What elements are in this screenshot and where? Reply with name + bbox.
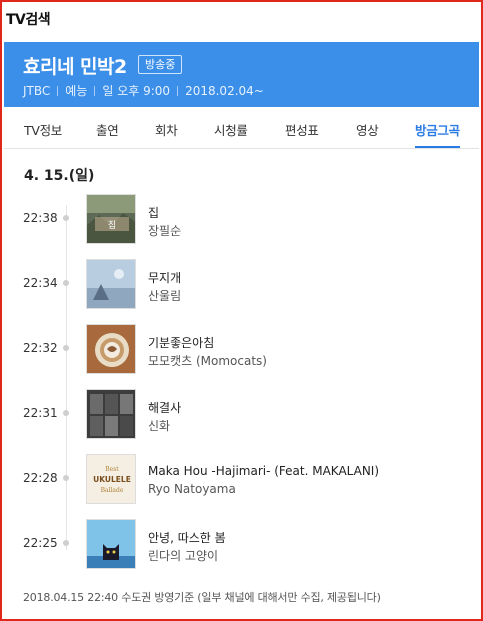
song-title[interactable]: 안녕, 따스한 봄 xyxy=(148,529,226,546)
album-art-thumbnail[interactable]: 집 xyxy=(86,194,136,244)
song-row[interactable]: 22:34 무지개 산울림 xyxy=(0,257,480,309)
tab-episodes[interactable]: 회차 xyxy=(155,120,178,139)
schedule-label: 일 오후 9:00 xyxy=(102,84,171,98)
timeline-dot xyxy=(63,215,69,221)
timeline-dot xyxy=(63,540,69,546)
svg-text:Ballade: Ballade xyxy=(101,487,124,494)
song-title[interactable]: Maka Hou -Hajimari- (Feat. MAKALANI) xyxy=(148,464,379,478)
song-title[interactable]: 무지개 xyxy=(148,269,181,286)
tab-tv-info[interactable]: TV정보 xyxy=(24,120,62,139)
song-time: 22:38 xyxy=(23,211,58,225)
program-header: 효리네 민박2 방송중 JTBC 예능 일 오후 9:00 2018.02.04~ xyxy=(4,42,479,107)
timeline-dot xyxy=(63,280,69,286)
genre-label: 예능 xyxy=(65,84,88,98)
meta-divider xyxy=(177,86,179,96)
program-tabs: TV정보 출연 회차 시청률 편성표 영상 방금그곡 xyxy=(4,107,479,149)
song-time: 22:34 xyxy=(23,276,58,290)
tab-ratings[interactable]: 시청률 xyxy=(214,120,248,139)
song-artist[interactable]: Ryo Natoyama xyxy=(148,482,236,496)
page-title: TV검색 xyxy=(6,12,51,28)
meta-divider xyxy=(57,86,59,96)
song-row[interactable]: 22:28 Best UKULELE Ballade Maka Hou -Haj… xyxy=(0,452,480,504)
song-title[interactable]: 해결사 xyxy=(148,399,181,416)
program-title[interactable]: 효리네 민박2 xyxy=(23,52,127,79)
song-time: 22:25 xyxy=(23,536,58,550)
svg-text:UKULELE: UKULELE xyxy=(93,475,131,484)
tab-cast[interactable]: 출연 xyxy=(96,120,119,139)
song-row[interactable]: 22:32 기분좋은아침 모모캣츠 (Momocats) xyxy=(0,322,480,374)
album-art-thumbnail[interactable] xyxy=(86,389,136,439)
album-art-thumbnail[interactable] xyxy=(86,259,136,309)
network-label: JTBC xyxy=(23,84,51,98)
song-row[interactable]: 22:31 해결사 신화 xyxy=(0,387,480,439)
song-row[interactable]: 22:25 안녕, 따스한 봄 린다의 고양이 xyxy=(0,517,480,569)
tab-schedule[interactable]: 편성표 xyxy=(285,120,319,139)
svg-text:Best: Best xyxy=(105,466,119,473)
svg-text:집: 집 xyxy=(108,219,116,231)
broadcast-date: 4. 15.(일) xyxy=(24,168,95,184)
tab-videos[interactable]: 영상 xyxy=(356,120,379,139)
song-artist[interactable]: 장필순 xyxy=(148,222,181,239)
song-row[interactable]: 22:38 집 집 장필순 xyxy=(0,192,480,244)
meta-divider xyxy=(94,86,96,96)
on-air-badge: 방송중 xyxy=(138,55,183,74)
song-artist[interactable]: 린다의 고양이 xyxy=(148,547,218,564)
album-art-thumbnail[interactable] xyxy=(86,519,136,569)
timeline-dot xyxy=(63,475,69,481)
tab-recent-songs[interactable]: 방금그곡 xyxy=(415,120,460,148)
song-artist[interactable]: 신화 xyxy=(148,417,170,434)
period-label: 2018.02.04~ xyxy=(185,84,264,98)
data-source-note: 2018.04.15 22:40 수도권 방영기준 (일부 채널에 대해서만 수… xyxy=(23,591,381,604)
album-art-thumbnail[interactable] xyxy=(86,324,136,374)
top-bar: TV검색 xyxy=(2,2,481,38)
album-art-thumbnail[interactable]: Best UKULELE Ballade xyxy=(86,454,136,504)
song-time: 22:28 xyxy=(23,471,58,485)
song-artist[interactable]: 산울림 xyxy=(148,287,181,304)
song-time: 22:32 xyxy=(23,341,58,355)
song-title[interactable]: 집 xyxy=(148,204,159,221)
timeline-dot xyxy=(63,410,69,416)
song-artist[interactable]: 모모캣츠 (Momocats) xyxy=(148,352,267,369)
program-meta: JTBC 예능 일 오후 9:00 2018.02.04~ xyxy=(23,82,264,99)
song-title[interactable]: 기분좋은아침 xyxy=(148,334,214,351)
timeline-dot xyxy=(63,345,69,351)
song-time: 22:31 xyxy=(23,406,58,420)
